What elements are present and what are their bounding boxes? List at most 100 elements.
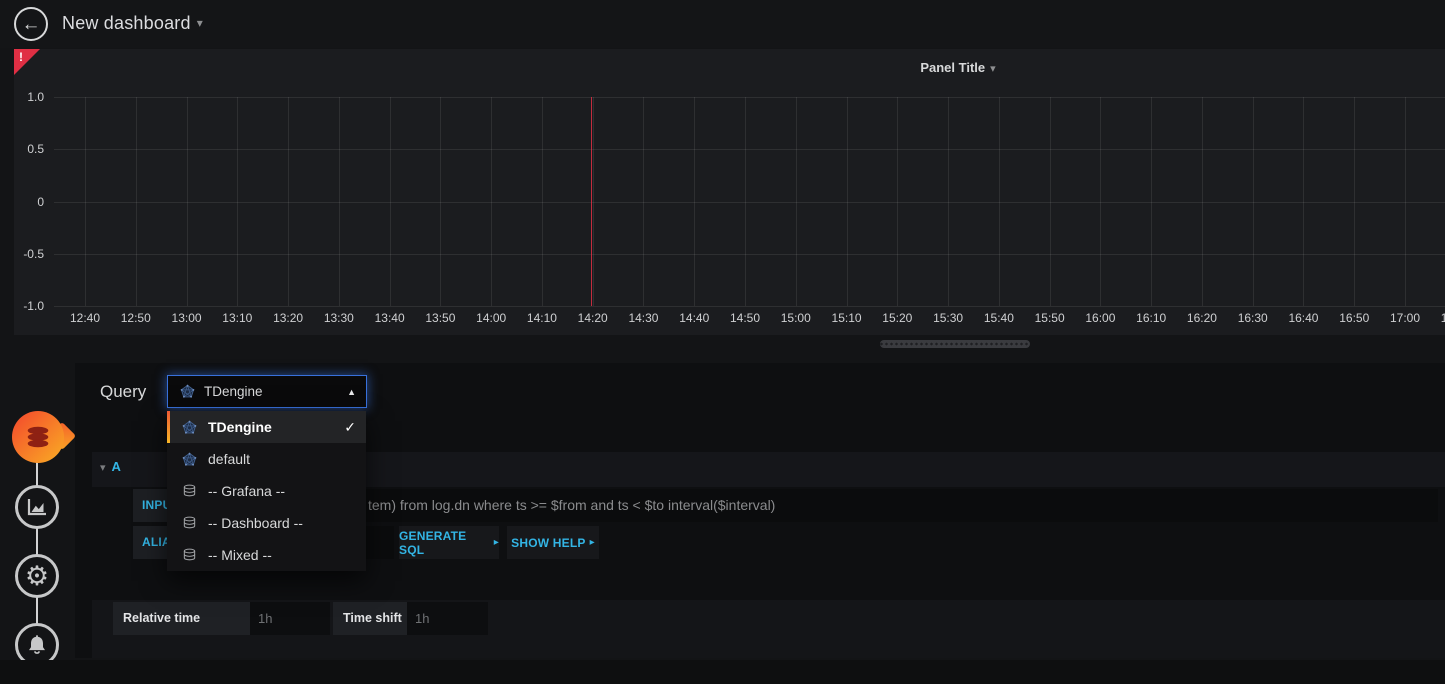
datasource-option-label: -- Dashboard -- [208, 515, 356, 531]
datasource-option-label: TDengine [208, 419, 344, 435]
x-axis-tick-label: 16:50 [1332, 311, 1376, 325]
gridline-vertical [897, 97, 898, 306]
gridline-vertical [136, 97, 137, 306]
x-axis-tick-label: 17:10 [1434, 311, 1445, 325]
query-ref-id: A [112, 459, 121, 474]
x-axis-tick-label: 16:30 [1231, 311, 1275, 325]
datasource-select[interactable]: TDengine ▲ [167, 375, 367, 408]
gridline-vertical [1151, 97, 1152, 306]
gridline-vertical [847, 97, 848, 306]
caret-right-icon: ▸ [590, 537, 595, 548]
check-icon: ✓ [344, 419, 356, 436]
back-button[interactable]: ← [14, 7, 48, 41]
x-axis-tick-label: 14:20 [571, 311, 615, 325]
x-axis-tick-label: 15:20 [875, 311, 919, 325]
gridline-vertical [694, 97, 695, 306]
x-axis-tick-label: 16:10 [1129, 311, 1173, 325]
x-axis-tick-label: 13:40 [368, 311, 412, 325]
gridline-vertical [542, 97, 543, 306]
x-axis-tick-label: 16:40 [1281, 311, 1325, 325]
generate-sql-label: GENERATE SQL [399, 529, 490, 557]
datasource-option-dashboard[interactable]: -- Dashboard -- [167, 507, 366, 539]
x-axis-tick-label: 15:50 [1028, 311, 1072, 325]
dashboard-title[interactable]: New dashboard▾ [62, 13, 203, 34]
query-row-toggle[interactable]: ▾A [100, 459, 121, 474]
time-shift-label: Time shift [333, 602, 407, 635]
gridline-vertical [440, 97, 441, 306]
gridline-horizontal [54, 97, 1445, 98]
generate-sql-button[interactable]: GENERATE SQL ▸ [399, 526, 499, 559]
chart-plot: 1.00.50-0.5-1.012:4012:5013:0013:1013:20… [14, 49, 1445, 335]
x-axis-tick-label: 16:20 [1180, 311, 1224, 325]
database-icon [182, 484, 197, 499]
gridline-vertical [288, 97, 289, 306]
gear-icon: ⚙ [25, 563, 49, 590]
y-axis-tick-label: 0.5 [14, 142, 44, 156]
x-axis-tick-label: 13:10 [215, 311, 259, 325]
gridline-vertical [948, 97, 949, 306]
show-help-label: SHOW HELP [511, 536, 585, 550]
input-sql-field[interactable]: tem) from log.dn where ts >= $from and t… [239, 489, 1438, 522]
datasource-option-default[interactable]: default [167, 443, 366, 475]
x-axis-tick-label: 14:30 [621, 311, 665, 325]
datasource-option-label: default [208, 451, 356, 467]
tdengine-icon [182, 452, 197, 467]
x-axis-tick-label: 13:50 [418, 311, 462, 325]
datasource-option-grafana[interactable]: -- Grafana -- [167, 475, 366, 507]
relative-time-input[interactable] [250, 602, 330, 635]
database-icon [182, 516, 197, 531]
gridline-vertical [796, 97, 797, 306]
gridline-vertical [187, 97, 188, 306]
dashboard-panel: ! Panel Title▾ 1.00.50-0.5-1.012:4012:50… [14, 49, 1445, 335]
datasource-option-label: -- Grafana -- [208, 483, 356, 499]
x-axis-tick-label: 14:10 [520, 311, 564, 325]
sidebar-tab-queries[interactable] [12, 411, 64, 463]
x-axis-tick-label: 13:20 [266, 311, 310, 325]
chevron-down-icon: ▾ [100, 462, 106, 474]
y-axis-tick-label: 0 [14, 195, 44, 209]
x-axis-tick-label: 14:00 [469, 311, 513, 325]
x-axis-tick-label: 13:00 [165, 311, 209, 325]
area-chart-icon [25, 495, 49, 519]
database-icon [182, 548, 197, 563]
x-axis-tick-label: 12:50 [114, 311, 158, 325]
show-help-button[interactable]: SHOW HELP ▸ [507, 526, 599, 559]
datasource-option-mixed[interactable]: -- Mixed -- [167, 539, 366, 571]
top-navbar: ← New dashboard▾ [0, 0, 1445, 48]
query-section-label: Query [100, 382, 146, 402]
caret-right-icon: ▸ [494, 537, 499, 548]
gridline-vertical [745, 97, 746, 306]
sidebar-tab-general[interactable]: ⚙ [15, 554, 59, 598]
time-shift-input[interactable] [407, 602, 488, 635]
gridline-vertical [1202, 97, 1203, 306]
gridline-vertical [999, 97, 1000, 306]
sidebar-connector-line [36, 437, 38, 645]
gridline-vertical [1354, 97, 1355, 306]
gridline-vertical [643, 97, 644, 306]
gridline-vertical [339, 97, 340, 306]
gridline-vertical [593, 97, 594, 306]
sql-query-text: tem) from log.dn where ts >= $from and t… [368, 489, 1438, 522]
bell-icon [26, 634, 48, 656]
sidebar-tab-visualization[interactable] [15, 485, 59, 529]
chevron-down-icon: ▾ [197, 16, 203, 30]
gridline-vertical [1303, 97, 1304, 306]
x-axis-tick-label: 15:40 [977, 311, 1021, 325]
gridline-horizontal [54, 254, 1445, 255]
x-axis-tick-label: 13:30 [317, 311, 361, 325]
gridline-vertical [491, 97, 492, 306]
x-axis-tick-label: 17:00 [1383, 311, 1427, 325]
current-time-red-line [591, 97, 592, 306]
gridline-horizontal [54, 306, 1445, 307]
x-axis-tick-label: 15:10 [825, 311, 869, 325]
gridline-vertical [1253, 97, 1254, 306]
panel-resize-handle[interactable] [880, 340, 1030, 348]
gridline-vertical [390, 97, 391, 306]
tdengine-icon [180, 384, 195, 399]
gridline-horizontal [54, 149, 1445, 150]
relative-time-label: Relative time [113, 602, 250, 635]
caret-up-icon: ▲ [347, 387, 356, 397]
arrow-left-icon: ← [22, 15, 41, 34]
gridline-vertical [1100, 97, 1101, 306]
datasource-option-tdengine[interactable]: TDengine✓ [167, 411, 366, 443]
